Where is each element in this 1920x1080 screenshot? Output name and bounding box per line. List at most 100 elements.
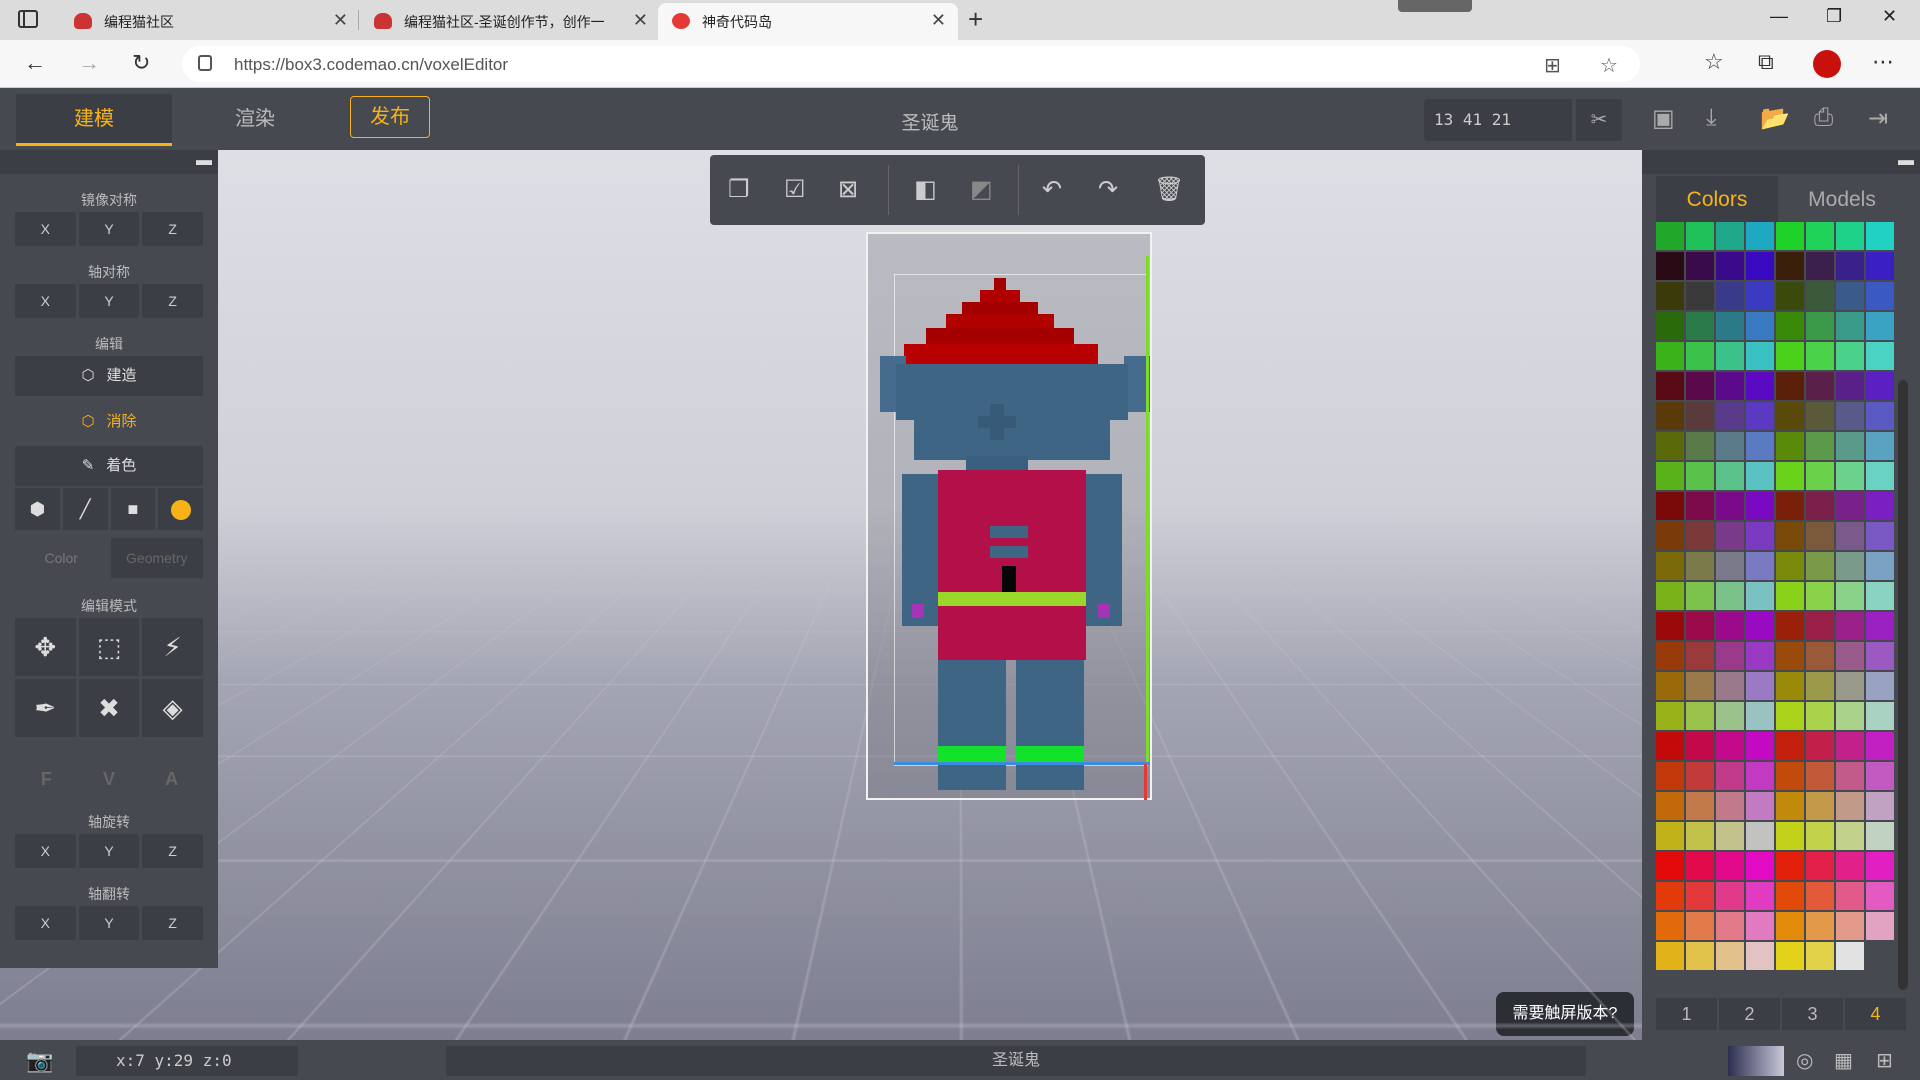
color-swatch[interactable] bbox=[1776, 942, 1804, 970]
color-swatch[interactable] bbox=[1836, 312, 1864, 340]
palette-page-1[interactable]: 1 bbox=[1656, 998, 1717, 1030]
color-swatch[interactable] bbox=[1656, 252, 1684, 280]
color-swatch[interactable] bbox=[1836, 912, 1864, 940]
open-folder-icon[interactable]: 📂 bbox=[1760, 104, 1790, 133]
color-swatch[interactable] bbox=[1806, 432, 1834, 460]
color-swatch[interactable] bbox=[1716, 822, 1744, 850]
color-swatch[interactable] bbox=[1836, 222, 1864, 250]
color-swatch[interactable] bbox=[1686, 882, 1714, 910]
color-swatch[interactable] bbox=[1806, 252, 1834, 280]
color-swatch[interactable] bbox=[1746, 912, 1774, 940]
color-swatch[interactable] bbox=[1776, 342, 1804, 370]
browser-tab-2[interactable]: 编程猫社区-圣诞创作节，创作一 ✕ bbox=[360, 3, 660, 40]
color-swatch[interactable] bbox=[1716, 492, 1744, 520]
axis-sym-z-button[interactable]: Z bbox=[142, 284, 204, 318]
color-swatch[interactable] bbox=[1776, 612, 1804, 640]
color-swatch[interactable] bbox=[1836, 822, 1864, 850]
mirror-z-button[interactable]: Z bbox=[142, 212, 204, 246]
color-swatch[interactable] bbox=[1836, 642, 1864, 670]
color-swatch[interactable] bbox=[1866, 282, 1894, 310]
color-swatch[interactable] bbox=[1746, 612, 1774, 640]
color-swatch[interactable] bbox=[1806, 912, 1834, 940]
model-size-field[interactable]: 13 41 21 bbox=[1424, 99, 1572, 141]
color-swatch[interactable] bbox=[1686, 732, 1714, 760]
paint-bucket-icon[interactable]: ◈ bbox=[142, 679, 203, 737]
color-swatch[interactable] bbox=[1716, 912, 1744, 940]
color-swatch[interactable] bbox=[1866, 612, 1894, 640]
flip-z-button[interactable]: Z bbox=[142, 906, 204, 940]
color-swatch[interactable] bbox=[1806, 732, 1834, 760]
delete-voxel-icon[interactable]: ✖ bbox=[78, 679, 140, 737]
color-swatch[interactable] bbox=[1716, 402, 1744, 430]
color-swatch[interactable] bbox=[1686, 492, 1714, 520]
color-swatch[interactable] bbox=[1836, 342, 1864, 370]
collections-icon[interactable]: ⧉ bbox=[1758, 49, 1774, 75]
color-swatch[interactable] bbox=[1716, 462, 1744, 490]
color-swatch[interactable] bbox=[1656, 462, 1684, 490]
color-swatch[interactable] bbox=[1806, 702, 1834, 730]
color-swatch[interactable] bbox=[1656, 582, 1684, 610]
color-swatch[interactable] bbox=[1836, 942, 1864, 970]
color-swatch[interactable] bbox=[1746, 222, 1774, 250]
color-swatch[interactable] bbox=[1686, 762, 1714, 790]
color-swatch[interactable] bbox=[1866, 912, 1894, 940]
color-swatch[interactable] bbox=[1806, 222, 1834, 250]
color-swatch[interactable] bbox=[1776, 672, 1804, 700]
save-icon[interactable]: ▣ bbox=[1652, 104, 1675, 133]
color-swatch[interactable] bbox=[1836, 372, 1864, 400]
window-close-icon[interactable]: ✕ bbox=[1882, 6, 1897, 27]
color-swatch[interactable] bbox=[1866, 402, 1894, 430]
color-swatch[interactable] bbox=[1776, 702, 1804, 730]
color-swatch[interactable] bbox=[1686, 222, 1714, 250]
color-swatch[interactable] bbox=[1716, 342, 1744, 370]
all-mode-button[interactable]: A bbox=[140, 760, 203, 798]
color-swatch[interactable] bbox=[1866, 372, 1894, 400]
background-swatch[interactable] bbox=[1728, 1046, 1784, 1076]
color-swatch[interactable] bbox=[1836, 762, 1864, 790]
color-swatch[interactable] bbox=[1806, 582, 1834, 610]
color-swatch[interactable] bbox=[1776, 252, 1804, 280]
color-swatch[interactable] bbox=[1866, 762, 1894, 790]
deselect-icon[interactable]: ⊠ bbox=[838, 175, 858, 204]
axis-sym-y-button[interactable]: Y bbox=[78, 284, 140, 318]
color-swatch[interactable] bbox=[1866, 672, 1894, 700]
target-icon[interactable]: ◎ bbox=[1796, 1048, 1813, 1073]
voxel-mode-button[interactable]: V bbox=[78, 760, 141, 798]
color-swatch[interactable] bbox=[1686, 642, 1714, 670]
color-swatch[interactable] bbox=[1776, 822, 1804, 850]
color-swatch[interactable] bbox=[1776, 222, 1804, 250]
url-text[interactable]: https://box3.codemao.cn/voxelEditor bbox=[234, 55, 508, 75]
color-swatch[interactable] bbox=[1806, 672, 1834, 700]
minimize-panel-icon[interactable]: ▬ bbox=[196, 152, 212, 170]
color-swatch[interactable] bbox=[1776, 882, 1804, 910]
select-all-icon[interactable]: ☑ bbox=[784, 175, 806, 204]
flip-x-button[interactable]: X bbox=[15, 906, 76, 940]
camera-icon[interactable]: 📷 bbox=[26, 1048, 53, 1074]
flip-y-button[interactable]: Y bbox=[78, 906, 140, 940]
tab-models[interactable]: Models bbox=[1778, 176, 1906, 224]
color-swatch[interactable] bbox=[1656, 732, 1684, 760]
color-swatch[interactable] bbox=[1776, 312, 1804, 340]
color-swatch[interactable] bbox=[1746, 762, 1774, 790]
color-swatch[interactable] bbox=[1716, 852, 1744, 880]
color-swatch[interactable] bbox=[1686, 462, 1714, 490]
print-icon[interactable]: ⎙ bbox=[1814, 104, 1833, 132]
color-swatch[interactable] bbox=[1836, 792, 1864, 820]
color-swatch[interactable] bbox=[1806, 342, 1834, 370]
color-swatch[interactable] bbox=[1776, 792, 1804, 820]
tab-modeling[interactable]: 建模 bbox=[16, 94, 172, 146]
color-swatch[interactable] bbox=[1866, 732, 1894, 760]
url-field[interactable]: https://box3.codemao.cn/voxelEditor ☆ ⊞ bbox=[182, 46, 1640, 82]
refresh-icon[interactable]: ↻ bbox=[132, 50, 150, 76]
color-swatch[interactable] bbox=[1746, 852, 1774, 880]
color-swatch[interactable] bbox=[1686, 522, 1714, 550]
layout-icon[interactable]: ⊞ bbox=[1876, 1048, 1893, 1073]
eyedropper-icon[interactable]: ✒ bbox=[15, 679, 76, 737]
add-favorite-icon[interactable]: ☆ bbox=[1600, 53, 1618, 78]
color-swatch[interactable] bbox=[1746, 432, 1774, 460]
merge-icon[interactable]: ◩ bbox=[970, 175, 993, 204]
color-swatch[interactable] bbox=[1746, 642, 1774, 670]
copy-icon[interactable]: ❐ bbox=[728, 175, 750, 204]
color-swatch[interactable] bbox=[1806, 282, 1834, 310]
color-swatch[interactable] bbox=[1776, 762, 1804, 790]
